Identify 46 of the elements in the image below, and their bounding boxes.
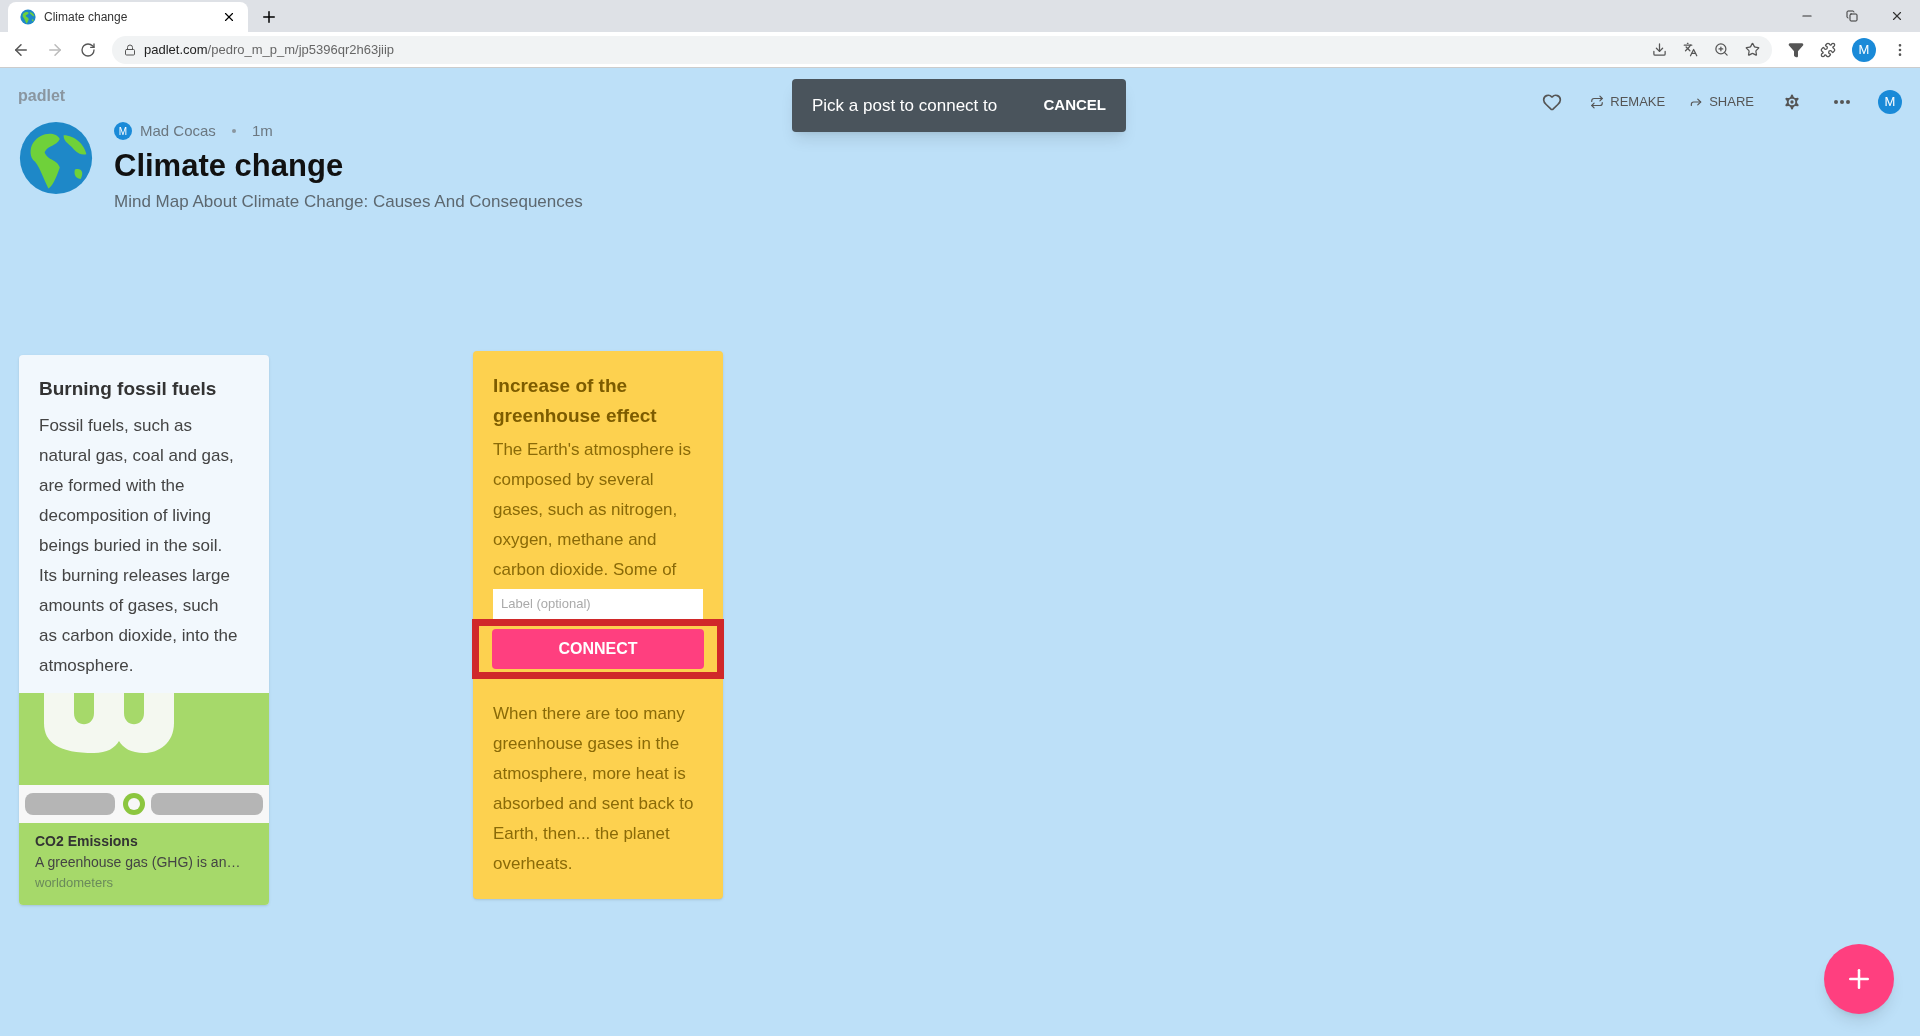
share-button[interactable]: SHARE — [1689, 92, 1754, 112]
post-time: 1m — [251, 121, 273, 141]
profile-avatar[interactable]: M — [1878, 90, 1902, 114]
post-body: The Earth's atmosphere is composed by several gases, such as nitrogen, oxygen, methane and carbon dioxide. Some of — [493, 438, 692, 581]
post-card[interactable] — [473, 350, 723, 899]
globe-icon — [20, 9, 36, 25]
board-subtitle: Mind Map About Climate Change: Causes And Consequences — [114, 191, 583, 214]
tab-title: Climate change — [44, 9, 129, 26]
install-icon[interactable] — [1652, 42, 1667, 57]
repeat-icon — [1590, 95, 1605, 109]
cancel-button[interactable]: CANCEL — [1043, 94, 1106, 117]
extensions-icon[interactable] — [1820, 41, 1836, 58]
lock-icon — [124, 43, 136, 56]
link-description: A greenhouse gas (GHG) is an… — [35, 853, 242, 873]
url-text: padlet.com/pedro_m_p_m/jp5396qr2h63jiip — [144, 40, 396, 59]
reload-icon[interactable] — [80, 41, 96, 58]
heart-icon — [1542, 92, 1563, 112]
author-avatar: M — [114, 122, 132, 141]
label-field[interactable]: Label (optional) — [493, 588, 703, 619]
star-icon[interactable] — [1745, 42, 1760, 57]
funnel-icon[interactable] — [1788, 41, 1804, 58]
link-preview[interactable]: CO2 Emissions A greenhouse gas (GHG) is an… worldometers — [19, 823, 269, 905]
link-title: CO2 Emissions — [35, 832, 139, 852]
translate-icon[interactable] — [1683, 42, 1698, 57]
link-source: worldometers — [35, 874, 115, 893]
post-title: Increase of the greenhouse effect — [493, 373, 658, 428]
new-tab-icon[interactable] — [260, 8, 278, 26]
profile-avatar[interactable]: M — [1852, 37, 1876, 62]
settings-icon — [1782, 92, 1802, 112]
close-icon[interactable] — [222, 10, 236, 24]
share-icon — [1689, 95, 1704, 109]
address-bar[interactable]: padlet.com/pedro_m_p_m/jp5396qr2h63jiip — [112, 35, 1772, 64]
more-icon — [1834, 100, 1850, 104]
restore-icon[interactable] — [1846, 10, 1858, 22]
remake-button[interactable]: REMAKE — [1590, 92, 1666, 112]
connect-button[interactable]: CONNECT — [492, 628, 704, 669]
zoom-icon[interactable] — [1714, 42, 1729, 57]
post-body: Fossil fuels, such as natural gas, coal and gas, are formed with the decomposition of living beings buried in the soil. Its burning releases large amounts of gases, such as carbon dioxide, into the atmosphere. — [39, 415, 239, 678]
post-card[interactable] — [19, 354, 269, 905]
browser-tab[interactable]: Climate change — [8, 2, 248, 32]
author-name: Mad Cocas — [140, 121, 216, 141]
board-title: Climate change — [114, 146, 345, 185]
toast-message: Pick a post to connect to — [812, 94, 998, 117]
post-title: Burning fossil fuels — [39, 376, 218, 401]
post-body: When there are too many greenhouse gases in the atmosphere, more heat is absorbed and sent back to Earth, then... the planet overheats. — [493, 702, 695, 875]
close-window-icon[interactable] — [1890, 9, 1904, 23]
